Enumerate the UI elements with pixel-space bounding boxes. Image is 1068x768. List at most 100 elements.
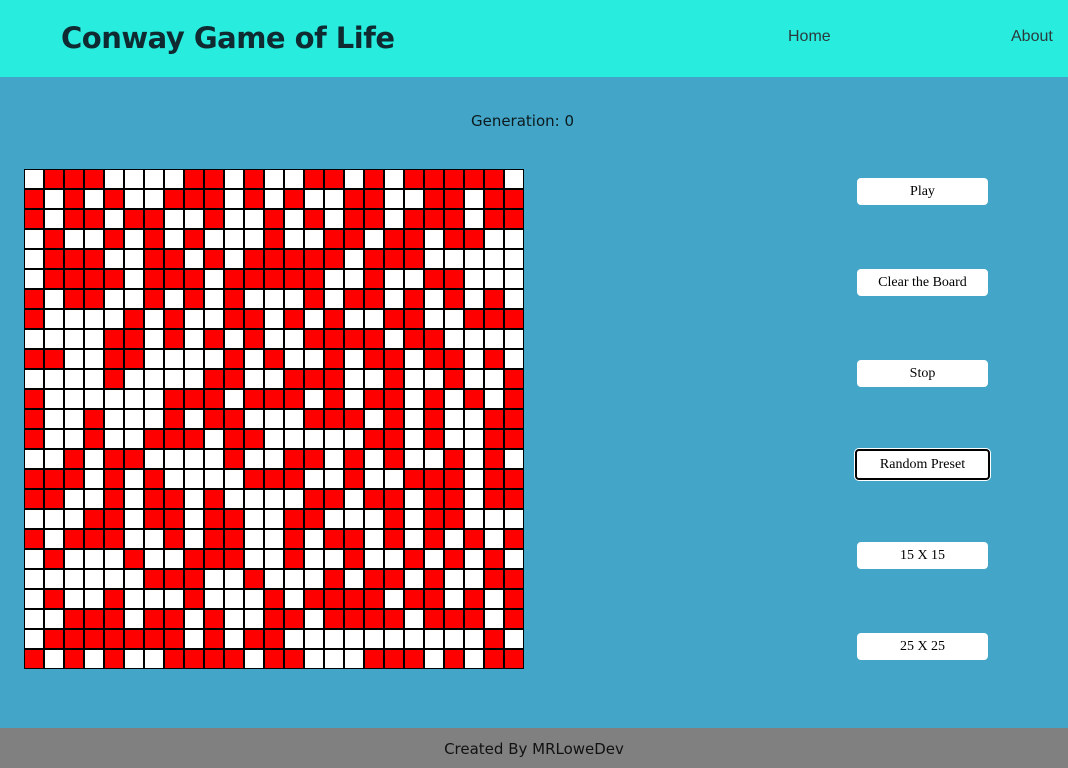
board-cell[interactable]	[124, 509, 144, 529]
board-cell[interactable]	[424, 429, 444, 449]
board-cell[interactable]	[184, 569, 204, 589]
board-cell[interactable]	[304, 449, 324, 469]
board-cell[interactable]	[184, 209, 204, 229]
board-cell[interactable]	[144, 369, 164, 389]
board-cell[interactable]	[204, 249, 224, 269]
board-cell[interactable]	[244, 489, 264, 509]
nav-home-link[interactable]: Home	[788, 27, 831, 46]
board-cell[interactable]	[304, 309, 324, 329]
board-cell[interactable]	[204, 449, 224, 469]
board-cell[interactable]	[364, 289, 384, 309]
board-cell[interactable]	[224, 529, 244, 549]
board-cell[interactable]	[324, 649, 344, 669]
board-cell[interactable]	[64, 309, 84, 329]
board-cell[interactable]	[304, 649, 324, 669]
board-cell[interactable]	[464, 649, 484, 669]
board-cell[interactable]	[144, 449, 164, 469]
board-cell[interactable]	[324, 549, 344, 569]
board-cell[interactable]	[104, 449, 124, 469]
board-cell[interactable]	[344, 249, 364, 269]
board-cell[interactable]	[284, 309, 304, 329]
board-cell[interactable]	[444, 549, 464, 569]
board-cell[interactable]	[324, 189, 344, 209]
board-cell[interactable]	[24, 489, 44, 509]
board-cell[interactable]	[124, 169, 144, 189]
board-cell[interactable]	[344, 449, 364, 469]
board-cell[interactable]	[364, 649, 384, 669]
board-cell[interactable]	[504, 269, 524, 289]
board-cell[interactable]	[24, 249, 44, 269]
board-cell[interactable]	[464, 169, 484, 189]
board-cell[interactable]	[204, 369, 224, 389]
board-cell[interactable]	[144, 489, 164, 509]
board-cell[interactable]	[44, 309, 64, 329]
board-cell[interactable]	[364, 589, 384, 609]
board-cell[interactable]	[504, 609, 524, 629]
board-cell[interactable]	[484, 529, 504, 549]
board-cell[interactable]	[364, 229, 384, 249]
board-cell[interactable]	[284, 609, 304, 629]
board-cell[interactable]	[84, 409, 104, 429]
board-cell[interactable]	[384, 209, 404, 229]
board-cell[interactable]	[364, 449, 384, 469]
board-cell[interactable]	[144, 629, 164, 649]
board-cell[interactable]	[24, 389, 44, 409]
board-cell[interactable]	[84, 189, 104, 209]
board-cell[interactable]	[184, 189, 204, 209]
board-cell[interactable]	[44, 609, 64, 629]
board-cell[interactable]	[504, 549, 524, 569]
board-cell[interactable]	[324, 469, 344, 489]
board-cell[interactable]	[144, 169, 164, 189]
board-cell[interactable]	[424, 269, 444, 289]
board-cell[interactable]	[24, 549, 44, 569]
board-cell[interactable]	[484, 209, 504, 229]
board-cell[interactable]	[464, 429, 484, 449]
board-cell[interactable]	[324, 209, 344, 229]
board-cell[interactable]	[124, 269, 144, 289]
board-cell[interactable]	[144, 389, 164, 409]
board-cell[interactable]	[144, 509, 164, 529]
board-cell[interactable]	[44, 529, 64, 549]
board-cell[interactable]	[64, 169, 84, 189]
board-cell[interactable]	[224, 549, 244, 569]
board-cell[interactable]	[304, 469, 324, 489]
board-cell[interactable]	[464, 489, 484, 509]
board-cell[interactable]	[44, 229, 64, 249]
board-cell[interactable]	[164, 649, 184, 669]
board-cell[interactable]	[144, 229, 164, 249]
board-cell[interactable]	[244, 589, 264, 609]
board-cell[interactable]	[44, 349, 64, 369]
board-cell[interactable]	[464, 349, 484, 369]
board-cell[interactable]	[224, 289, 244, 309]
board-cell[interactable]	[124, 649, 144, 669]
board-cell[interactable]	[344, 169, 364, 189]
board-cell[interactable]	[64, 629, 84, 649]
board-cell[interactable]	[124, 569, 144, 589]
board-cell[interactable]	[404, 409, 424, 429]
board-cell[interactable]	[224, 309, 244, 329]
board-cell[interactable]	[164, 169, 184, 189]
board-cell[interactable]	[484, 589, 504, 609]
board-cell[interactable]	[184, 409, 204, 429]
board-cell[interactable]	[344, 649, 364, 669]
board-cell[interactable]	[184, 249, 204, 269]
board-cell[interactable]	[84, 369, 104, 389]
board-cell[interactable]	[384, 409, 404, 429]
board-cell[interactable]	[44, 449, 64, 469]
board-cell[interactable]	[464, 609, 484, 629]
board-cell[interactable]	[504, 189, 524, 209]
board-cell[interactable]	[344, 489, 364, 509]
board-cell[interactable]	[244, 169, 264, 189]
board-cell[interactable]	[464, 389, 484, 409]
board-cell[interactable]	[244, 409, 264, 429]
board-cell[interactable]	[164, 369, 184, 389]
board-cell[interactable]	[444, 589, 464, 609]
board-cell[interactable]	[244, 529, 264, 549]
board-cell[interactable]	[264, 369, 284, 389]
board-cell[interactable]	[24, 309, 44, 329]
board-cell[interactable]	[304, 389, 324, 409]
board-cell[interactable]	[44, 569, 64, 589]
board-cell[interactable]	[124, 209, 144, 229]
board-cell[interactable]	[164, 589, 184, 609]
board-cell[interactable]	[184, 289, 204, 309]
